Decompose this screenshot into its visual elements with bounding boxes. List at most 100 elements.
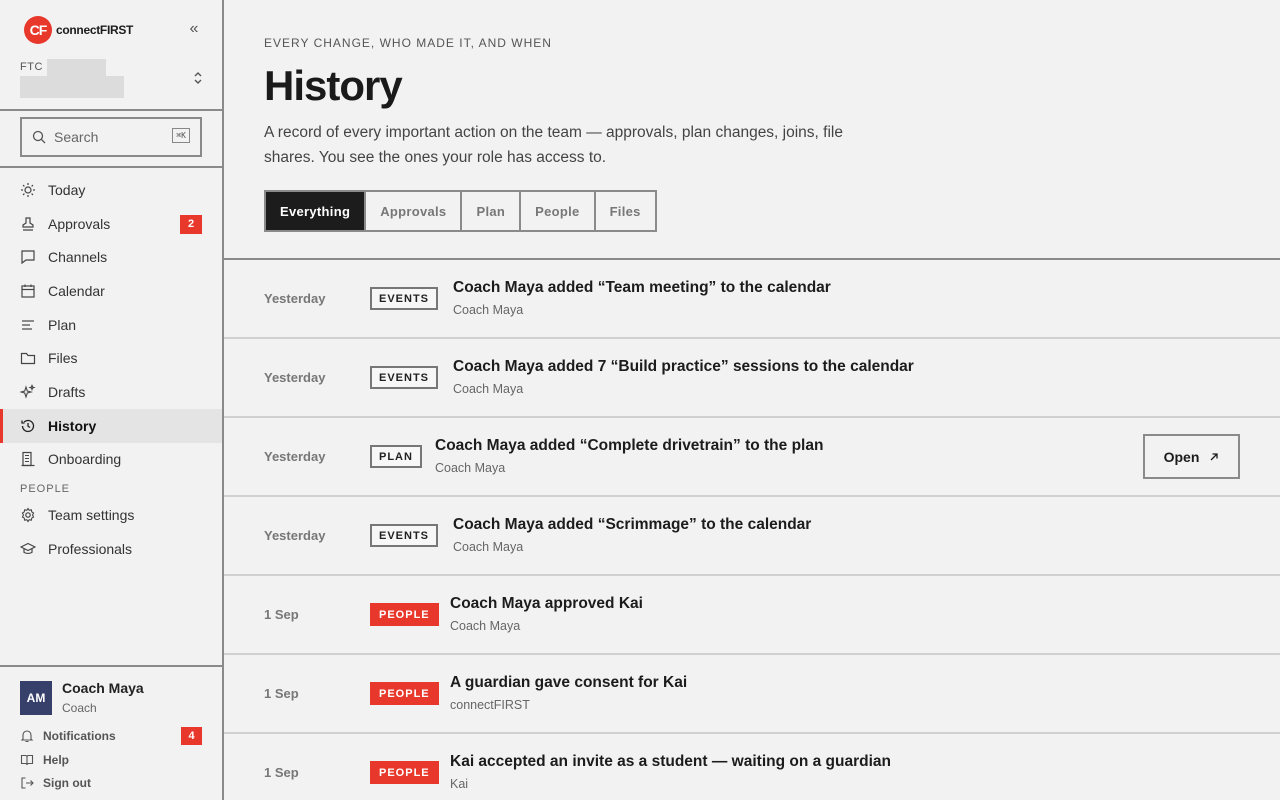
row-date: 1 Sep (264, 607, 299, 622)
history-row[interactable]: Yesterday EVENTS Coach Maya added “Team … (224, 260, 1280, 339)
row-title: Coach Maya added “Team meeting” to the c… (453, 279, 831, 296)
sun-icon (21, 182, 35, 197)
notifications-link[interactable]: Notifications 4 (20, 727, 202, 745)
brand-name: connectFIRST (56, 23, 134, 37)
nav-section-people: PEOPLE (20, 483, 71, 496)
folder-icon (20, 353, 36, 365)
row-title: Coach Maya added “Scrimmage” to the cale… (453, 516, 812, 533)
sidebar-item-label: Onboarding (48, 451, 122, 468)
sign-out-link[interactable]: Sign out (20, 776, 202, 790)
row-date: Yesterday (264, 291, 326, 306)
page-title: History (264, 62, 403, 109)
sign-out-label: Sign out (43, 776, 91, 790)
user-role: Coach (62, 701, 97, 715)
chat-icon (21, 250, 35, 265)
plan-icon (22, 319, 34, 330)
main-content: EVERY CHANGE, WHO MADE IT, AND WHEN Hist… (224, 0, 1280, 800)
tab-plan[interactable]: Plan (462, 192, 522, 230)
user-name: Coach Maya (62, 680, 144, 696)
sidebar-item-calendar[interactable]: Calendar (0, 274, 222, 308)
sidebar-item-files[interactable]: Files (0, 341, 222, 375)
bell-icon (20, 730, 34, 743)
tab-everything[interactable]: Everything (266, 192, 367, 230)
graduation-cap-icon (20, 542, 36, 554)
stamp-icon (22, 216, 34, 231)
sidebar-item-label: Professionals (48, 540, 133, 557)
tab-files[interactable]: Files (596, 192, 655, 230)
sidebar-divider (0, 166, 222, 168)
page-description: A record of every important action on th… (264, 124, 843, 166)
row-date: Yesterday (264, 370, 326, 385)
collapse-sidebar-icon[interactable]: « (186, 20, 202, 40)
row-date: 1 Sep (264, 686, 299, 701)
sparkle-icon (20, 383, 36, 399)
history-row[interactable]: 1 Sep PEOPLE Coach Maya approved Kai Coa… (224, 576, 1280, 655)
row-actor: Coach Maya (453, 382, 524, 396)
row-title: Kai accepted an invite as a student — wa… (450, 753, 891, 770)
sidebar-item-approvals[interactable]: Approvals 2 (0, 207, 222, 241)
sidebar: CF connectFIRST « FTC ⌘K Today Approvals… (0, 0, 224, 800)
brand-logo[interactable]: CF connectFIRST (24, 16, 133, 44)
user-panel: AM Coach Maya Coach Notifications 4 Help… (0, 665, 222, 800)
notifications-count-badge: 4 (181, 727, 202, 745)
row-title: Coach Maya approved Kai (450, 595, 643, 612)
chevron-up-down-icon (194, 72, 202, 84)
search-input[interactable] (54, 129, 154, 145)
arrow-up-right-icon (1210, 452, 1219, 460)
help-label: Help (43, 753, 70, 767)
row-actor: Coach Maya (450, 619, 521, 633)
sign-out-icon (21, 777, 34, 789)
open-plan-item-button[interactable]: Open (1143, 434, 1240, 479)
history-row[interactable]: 1 Sep PEOPLE A guardian gave consent for… (224, 655, 1280, 734)
row-actor: Kai (450, 777, 469, 791)
search-box[interactable]: ⌘K (20, 117, 202, 157)
sidebar-item-label: Calendar (48, 282, 105, 299)
row-tag: PEOPLE (370, 761, 439, 784)
history-row[interactable]: Yesterday PLAN Coach Maya added “Complet… (224, 418, 1280, 497)
sidebar-item-plan[interactable]: Plan (0, 308, 222, 342)
sidebar-item-today[interactable]: Today (0, 173, 222, 207)
sidebar-item-professionals[interactable]: Professionals (0, 532, 222, 566)
book-icon (20, 754, 34, 766)
history-row[interactable]: 1 Sep PEOPLE Kai accepted an invite as a… (224, 734, 1280, 800)
avatar[interactable]: AM (20, 681, 52, 715)
row-title: A guardian gave consent for Kai (450, 674, 688, 691)
sidebar-item-drafts[interactable]: Drafts (0, 375, 222, 409)
row-tag: EVENTS (370, 287, 439, 310)
row-title: Coach Maya added 7 “Build practice” sess… (453, 358, 914, 375)
sidebar-divider (0, 109, 222, 111)
sidebar-item-channels[interactable]: Channels (0, 240, 222, 274)
row-actor: Coach Maya (453, 540, 524, 554)
sidebar-item-label: Files (48, 350, 78, 367)
team-switcher[interactable]: FTC (20, 59, 210, 99)
sidebar-nav: Today Approvals 2 Channels Calendar Plan… (0, 173, 222, 566)
logo-mark: CF (24, 16, 52, 44)
tab-people[interactable]: People (521, 192, 596, 230)
sidebar-item-label: History (48, 417, 97, 434)
tab-approvals[interactable]: Approvals (366, 192, 463, 230)
sidebar-item-history[interactable]: History (0, 408, 222, 443)
redacted-team-name (20, 76, 124, 98)
row-date: Yesterday (264, 449, 326, 464)
filter-tabs: Everything Approvals Plan People Files (264, 190, 657, 232)
help-link[interactable]: Help (20, 753, 202, 767)
sidebar-item-team-settings[interactable]: Team settings (0, 498, 222, 532)
sidebar-item-label: Today (48, 181, 86, 198)
approvals-count-badge: 2 (180, 214, 202, 234)
gear-icon (21, 507, 35, 523)
sidebar-item-onboarding[interactable]: Onboarding (0, 443, 222, 477)
history-icon (21, 419, 35, 432)
sidebar-item-label: Channels (48, 249, 108, 266)
team-prefix: FTC (20, 61, 43, 73)
row-tag: PLAN (370, 445, 422, 468)
search-shortcut: ⌘K (172, 128, 190, 143)
history-list: Yesterday EVENTS Coach Maya added “Team … (224, 258, 1280, 800)
history-row[interactable]: Yesterday EVENTS Coach Maya added “Scrim… (224, 497, 1280, 576)
page-eyebrow: EVERY CHANGE, WHO MADE IT, AND WHEN (264, 36, 552, 50)
row-tag: PEOPLE (370, 603, 439, 626)
open-button-label: Open (1163, 448, 1200, 465)
row-date: Yesterday (264, 528, 326, 543)
search-icon (32, 130, 46, 144)
sidebar-item-label: Approvals (48, 215, 111, 232)
history-row[interactable]: Yesterday EVENTS Coach Maya added 7 “Bui… (224, 339, 1280, 418)
